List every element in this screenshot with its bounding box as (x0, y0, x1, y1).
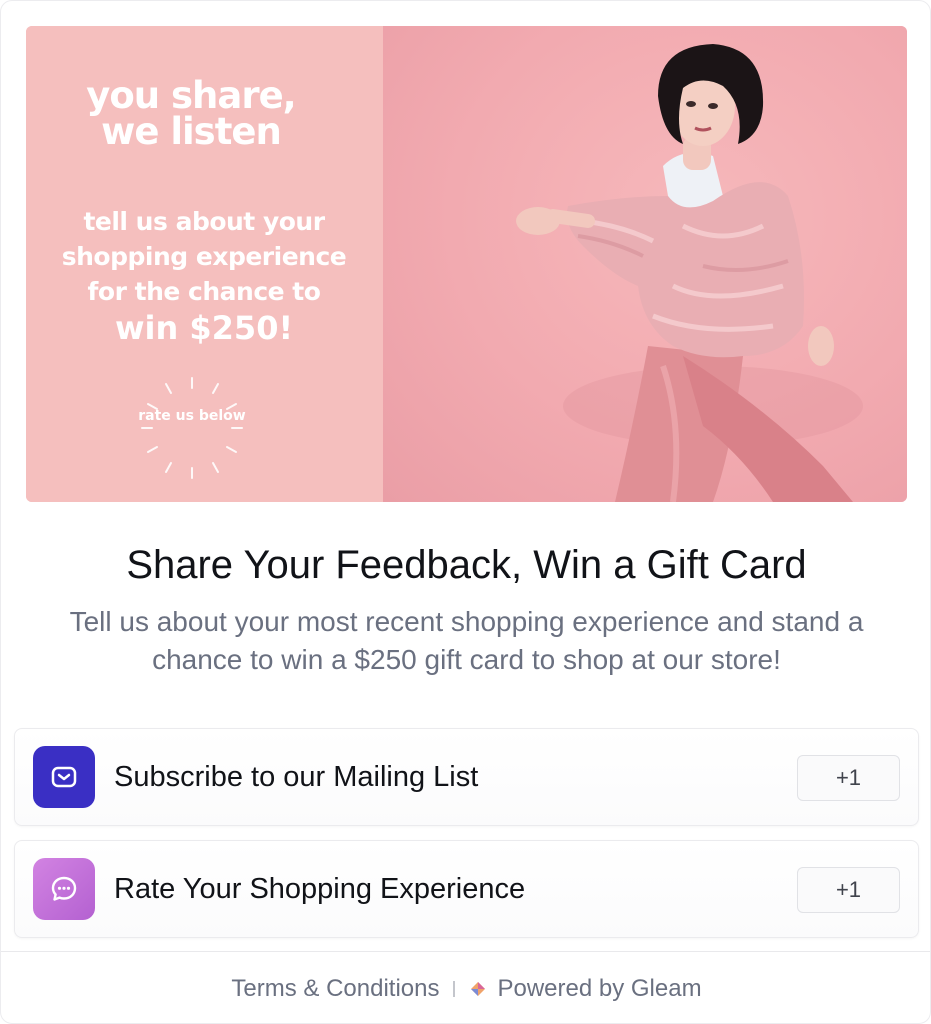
hero-heading: you share, we listen (86, 74, 297, 153)
footer-separator (453, 981, 456, 997)
hero-banner: you share, we listen tell us about your … (26, 26, 907, 502)
entry-subscribe-mailing-list[interactable]: Subscribe to our Mailing List +1 (14, 728, 919, 826)
entry-points-button[interactable]: +1 (797, 755, 900, 801)
mail-icon (33, 746, 95, 808)
chat-bubble-icon (33, 858, 95, 920)
model-photo (516, 44, 863, 502)
page-title: Share Your Feedback, Win a Gift Card (126, 543, 807, 587)
entry-rate-shopping-experience[interactable]: Rate Your Shopping Experience +1 (14, 840, 919, 938)
hero-photo-panel (383, 26, 907, 502)
sunburst-icon (141, 377, 243, 479)
entry-label: Rate Your Shopping Experience (114, 873, 526, 905)
footer: Terms & Conditions Powered by Gleam (1, 969, 930, 1009)
hero-body-text: tell us about your shopping experience f… (61, 207, 347, 306)
page-description: Tell us about your most recent shopping … (69, 606, 864, 675)
gleam-logo-icon (471, 982, 486, 996)
footer-divider (1, 951, 930, 952)
rate-us-text: rate us below (138, 408, 246, 424)
hero-prize-text: win $250! (114, 309, 294, 347)
powered-by-gleam-link[interactable]: Powered by Gleam (497, 975, 701, 1003)
terms-conditions-link[interactable]: Terms & Conditions (231, 975, 439, 1003)
entry-points-button[interactable]: +1 (797, 867, 900, 913)
hero-text-panel: you share, we listen tell us about your … (26, 26, 383, 502)
entry-label: Subscribe to our Mailing List (114, 761, 479, 793)
giveaway-card: you share, we listen tell us about your … (0, 0, 931, 1024)
